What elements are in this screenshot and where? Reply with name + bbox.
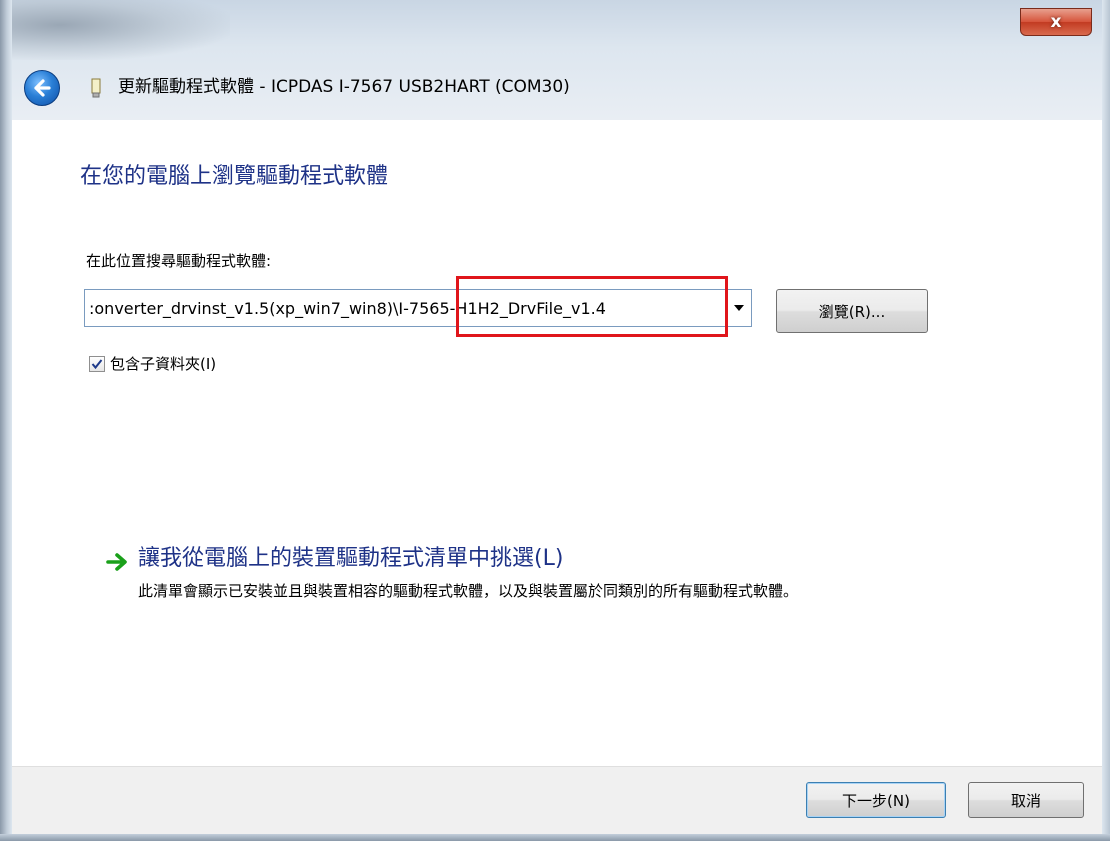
pick-from-list-description: 此清單會顯示已安裝並且與裝置相容的驅動程式軟體，以及與裝置屬於同類別的所有驅動程…	[138, 582, 799, 600]
chevron-down-icon	[734, 305, 744, 311]
cancel-button-label: 取消	[1010, 791, 1041, 810]
background-blur	[0, 0, 230, 60]
window-bottom-edge	[0, 834, 1110, 841]
checkmark-icon	[91, 359, 103, 370]
next-button-label: 下一步(N)	[842, 791, 910, 810]
cancel-button[interactable]: 取消	[968, 782, 1084, 818]
green-arrow-icon	[106, 553, 127, 571]
highlight-box	[456, 276, 728, 337]
browse-button-label: 瀏覽(R)...	[818, 302, 886, 321]
next-button[interactable]: 下一步(N)	[806, 782, 946, 818]
window-right-edge	[1102, 0, 1110, 841]
pick-from-list-link[interactable]: 讓我從電腦上的裝置驅動程式清單中挑選(L)	[138, 540, 563, 572]
page-heading: 在您的電腦上瀏覽驅動程式軟體	[80, 164, 389, 189]
include-subfolders-label[interactable]: 包含子資料夾(I)	[110, 353, 216, 374]
close-icon: x	[1050, 12, 1062, 32]
browse-button[interactable]: 瀏覽(R)...	[776, 289, 928, 333]
wizard-content	[12, 120, 1102, 766]
include-subfolders-checkbox[interactable]	[89, 356, 105, 372]
window-left-edge	[0, 0, 12, 841]
close-button[interactable]: x	[1020, 8, 1092, 36]
window-title: 更新驅動程式軟體 - ICPDAS I-7567 USB2HART (COM30…	[118, 77, 570, 97]
search-location-label: 在此位置搜尋驅動程式軟體:	[86, 252, 272, 270]
back-arrow-icon	[34, 79, 51, 97]
usb-device-icon	[90, 78, 102, 98]
dropdown-button[interactable]	[727, 290, 751, 326]
back-button[interactable]	[24, 70, 60, 106]
